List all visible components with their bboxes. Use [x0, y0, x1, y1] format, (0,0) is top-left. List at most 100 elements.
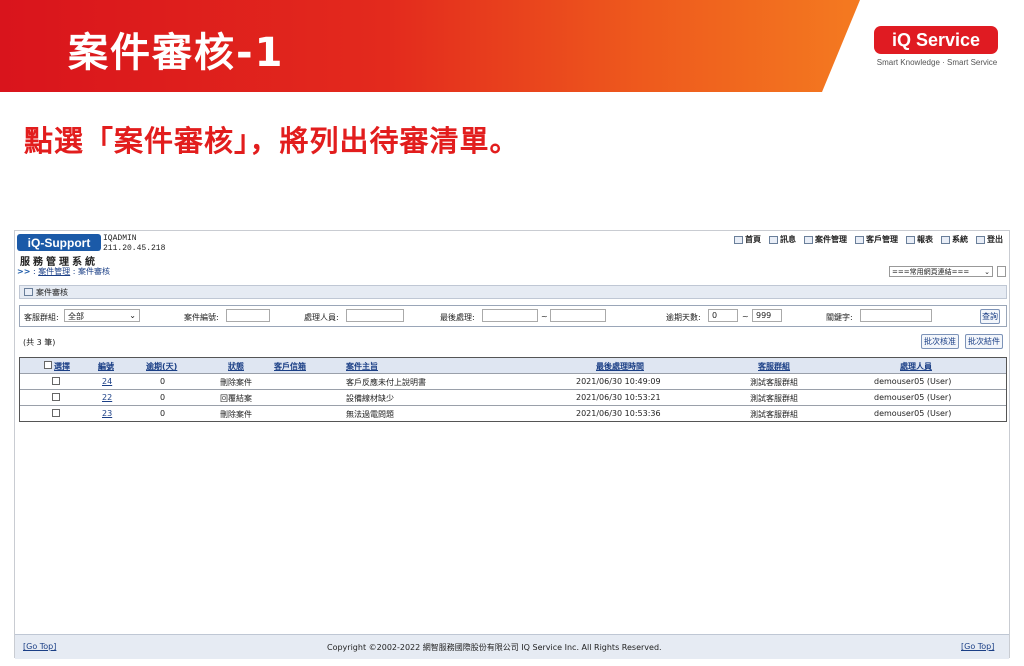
case-id-link[interactable]: 24 — [102, 377, 112, 386]
mail-icon — [769, 235, 778, 244]
system-icon — [941, 235, 950, 244]
table-row: 22 0 回覆結案 設備線材缺少 2021/06/30 10:53:21 測試客… — [20, 390, 1006, 406]
breadcrumb: >> : 案件管理 : 案件審核 — [17, 267, 110, 276]
handler: demouser05 (User) — [874, 393, 952, 402]
app-screenshot: iQ-Support 服務管理系統 IQADMIN 211.20.45.218 … — [14, 230, 1010, 659]
edit-icon — [24, 288, 33, 296]
table-row: 24 0 刪除案件 客戶反應未付上說明書 2021/06/30 10:49:09… — [20, 374, 1006, 390]
home-icon — [734, 235, 743, 244]
overdue-days: 0 — [160, 393, 166, 402]
footer: [Go Top] Copyright ©2002-2022 網智服務國際股份有限… — [15, 634, 1009, 659]
case-table: 選擇 編號 逾期(天) 狀態 客戶信箱 案件主旨 最後處理時間 客服群組 處理人… — [19, 357, 1007, 422]
account-info: IQADMIN 211.20.45.218 — [103, 234, 165, 254]
col-handler[interactable]: 處理人員 — [900, 361, 932, 372]
section-header: 案件審核 — [19, 285, 1007, 299]
nav-reports[interactable]: 報表 — [906, 234, 933, 245]
user-name: IQADMIN — [103, 234, 137, 243]
record-count: (共 3 筆) — [23, 338, 56, 347]
overdue-from-input[interactable]: 0 — [708, 309, 738, 322]
slide-banner: 案件審核-1 iQ Service Smart Knowledge · Smar… — [0, 0, 1024, 92]
case-status: 回覆結案 — [220, 394, 252, 403]
batch-approve-button[interactable]: 批次核准 — [921, 334, 959, 349]
batch-close-button[interactable]: 批次結件 — [965, 334, 1003, 349]
last-processed-label: 最後處理: — [440, 313, 475, 322]
case-id-link[interactable]: 23 — [102, 409, 112, 418]
slide-title: 案件審核-1 — [68, 30, 285, 76]
row-checkbox[interactable] — [52, 393, 60, 401]
last-processed-time: 2021/06/30 10:49:09 — [576, 377, 661, 386]
case-status: 刪除案件 — [220, 378, 252, 387]
nav-messages[interactable]: 訊息 — [769, 234, 796, 245]
col-last-time[interactable]: 最後處理時間 — [596, 361, 644, 372]
handler-label: 處理人員: — [304, 313, 339, 322]
col-status[interactable]: 狀態 — [228, 361, 244, 372]
case-subject: 設備線材缺少 — [346, 394, 394, 403]
last-processed-time: 2021/06/30 10:53:21 — [576, 393, 661, 402]
range-tilde: ~ — [541, 312, 548, 321]
group-select[interactable]: 全部 ⌄ — [64, 309, 140, 322]
breadcrumb-page: 案件審核 — [77, 267, 110, 276]
report-icon — [906, 235, 915, 244]
section-title: 案件審核 — [36, 287, 68, 297]
logout-icon — [976, 235, 985, 244]
handler-input[interactable] — [346, 309, 404, 322]
service-group: 測試客服群組 — [750, 378, 798, 387]
table-header: 選擇 編號 逾期(天) 狀態 客戶信箱 案件主旨 最後處理時間 客服群組 處理人… — [20, 358, 1006, 374]
col-email[interactable]: 客戶信箱 — [274, 361, 306, 372]
case-no-input[interactable] — [226, 309, 270, 322]
col-group[interactable]: 客服群組 — [758, 361, 790, 372]
nav-system[interactable]: 系統 — [941, 234, 968, 245]
overdue-label: 逾期天數: — [666, 313, 701, 322]
overdue-days: 0 — [160, 377, 166, 386]
user-icon — [855, 235, 864, 244]
nav-home[interactable]: 首頁 — [734, 234, 761, 245]
case-no-label: 案件編號: — [184, 313, 219, 322]
keyword-input[interactable] — [860, 309, 932, 322]
iq-service-logo: iQ Service — [874, 26, 998, 54]
col-id[interactable]: 編號 — [98, 361, 114, 372]
case-status: 刪除案件 — [220, 410, 252, 419]
service-group: 測試客服群組 — [750, 394, 798, 403]
select-all-checkbox[interactable] — [44, 361, 52, 369]
nav-customer-management[interactable]: 客戶管理 — [855, 234, 898, 245]
go-top-link-left[interactable]: [Go Top] — [23, 642, 56, 651]
col-select[interactable]: 選擇 — [54, 361, 70, 372]
chevron-down-icon: ⌄ — [129, 311, 136, 320]
overdue-to-input[interactable]: 999 — [752, 309, 782, 322]
col-overdue[interactable]: 逾期(天) — [146, 361, 177, 372]
overdue-days: 0 — [160, 409, 166, 418]
slide-subtitle: 點選「案件審核」，將列出待審清單。 — [24, 124, 520, 158]
handler: demouser05 (User) — [874, 409, 952, 418]
keyword-label: 關鍵字: — [826, 313, 853, 322]
search-button[interactable]: 查詢 — [980, 309, 1000, 324]
filter-bar: 客服群組: 全部 ⌄ 案件編號: 處理人員: 最後處理: ~ 逾期天數: 0 ~ … — [19, 305, 1007, 327]
case-subject: 無法過電問題 — [346, 410, 394, 419]
nav-case-management[interactable]: 案件管理 — [804, 234, 847, 245]
table-row: 23 0 刪除案件 無法過電問題 2021/06/30 10:53:36 測試客… — [20, 406, 1006, 421]
iq-support-logo: iQ-Support — [17, 234, 101, 251]
nav-logout[interactable]: 登出 — [976, 234, 1003, 245]
last-processed-from[interactable] — [482, 309, 538, 322]
top-nav: 首頁 訊息 案件管理 客戶管理 報表 系統 登出 — [734, 234, 1003, 245]
app-header: iQ-Support 服務管理系統 IQADMIN 211.20.45.218 … — [15, 231, 1009, 281]
copyright: Copyright ©2002-2022 網智服務國際股份有限公司 IQ Ser… — [327, 643, 662, 652]
range-tilde-2: ~ — [742, 312, 749, 321]
quick-link-select[interactable]: ===常用網頁連結=== ⌄ — [889, 266, 993, 277]
group-label: 客服群組: — [24, 313, 59, 322]
row-checkbox[interactable] — [52, 377, 60, 385]
go-top-link-right[interactable]: [Go Top] — [961, 642, 994, 651]
last-processed-time: 2021/06/30 10:53:36 — [576, 409, 661, 418]
quick-link-go-button[interactable] — [997, 266, 1006, 277]
col-subject[interactable]: 案件主旨 — [346, 361, 378, 372]
last-processed-to[interactable] — [550, 309, 606, 322]
chevron-down-icon: ⌄ — [984, 267, 990, 276]
case-id-link[interactable]: 22 — [102, 393, 112, 402]
ip-address: 211.20.45.218 — [103, 244, 166, 253]
case-subject: 客戶反應未付上說明書 — [346, 378, 426, 387]
handler: demouser05 (User) — [874, 377, 952, 386]
logo-tagline: Smart Knowledge · Smart Service — [876, 58, 998, 67]
service-group: 測試客服群組 — [750, 410, 798, 419]
row-checkbox[interactable] — [52, 409, 60, 417]
breadcrumb-module[interactable]: 案件管理 — [38, 267, 70, 276]
folder-icon — [804, 235, 813, 244]
